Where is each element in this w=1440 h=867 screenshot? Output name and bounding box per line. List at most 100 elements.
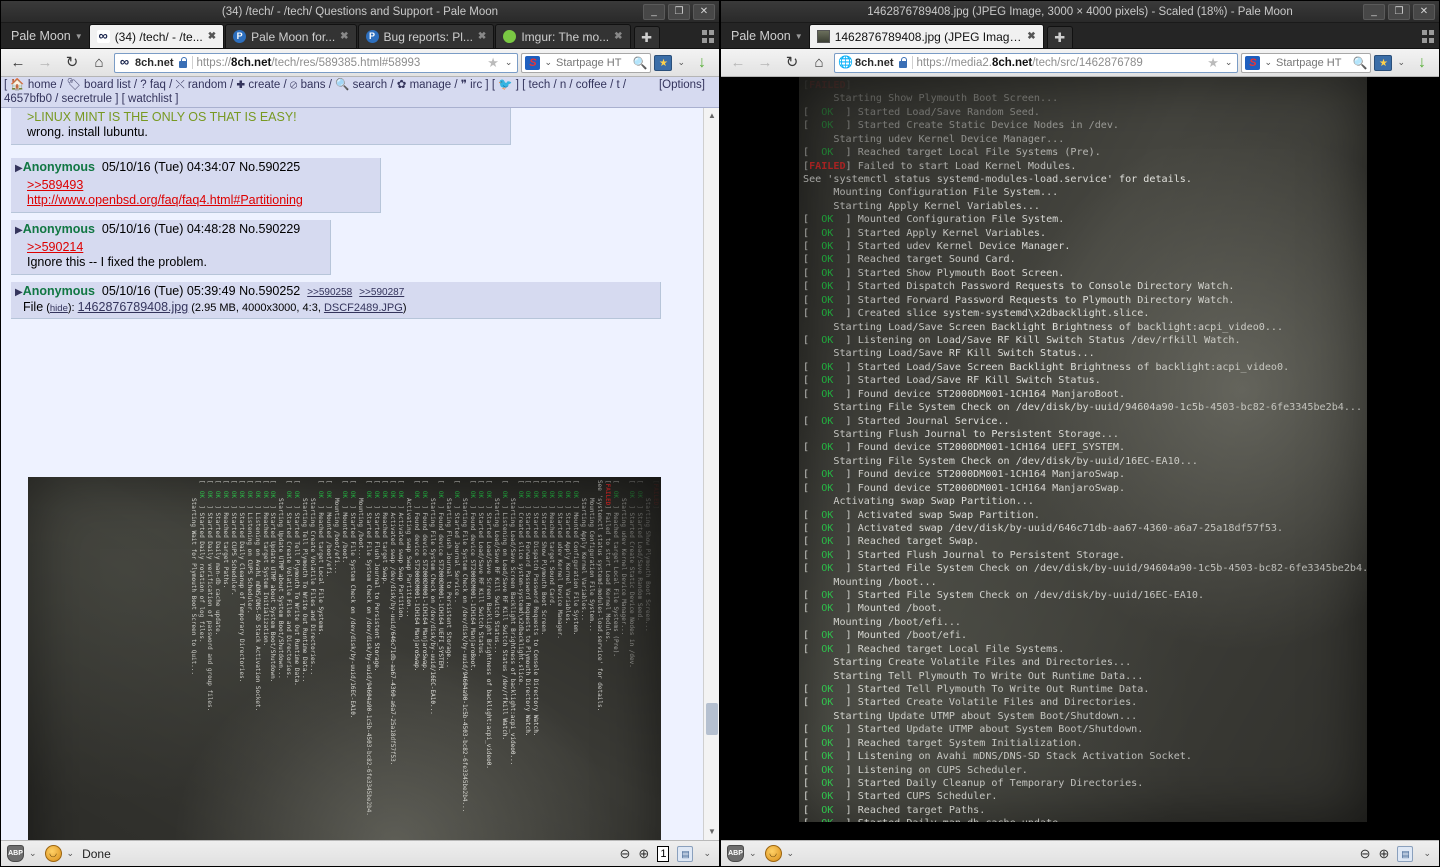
post-partial-text: wrong. install lubuntu. [27,125,148,139]
noscript-dropdown-icon[interactable]: ⌄ [65,848,77,859]
adblock-status-item[interactable]: ABP ⌄ [7,845,39,862]
backlink-2[interactable]: >>590287 [359,287,404,298]
restore-button[interactable]: ❐ [668,4,690,20]
minimize-button[interactable]: _ [643,4,665,20]
app-menu-button[interactable]: Pale Moon ▼ [725,29,809,48]
tab-3[interactable]: Imgur: The mo... ✖ [495,24,631,48]
home-button[interactable]: ⌂ [87,52,111,74]
startpage-icon[interactable] [525,55,541,70]
zoom-out-icon[interactable]: ⊖ [620,846,631,862]
scroll-down-arrow-icon[interactable]: ▼ [704,824,719,840]
scroll-up-arrow-icon[interactable]: ▲ [704,108,719,124]
search-engine-dropdown-icon[interactable]: ⌄ [542,57,554,68]
noscript-status-item[interactable]: ⌄ [764,845,797,862]
site-identity-box[interactable]: 8ch.net [118,56,193,69]
search-icon[interactable]: 🔍 [1353,56,1368,70]
page-style-icon[interactable] [677,845,694,862]
tab-0[interactable]: 1462876789408.jpg (JPEG Image, ... ✖ [808,24,1044,48]
forward-button[interactable]: → [753,52,777,74]
post-number[interactable]: No.590225 [239,160,300,174]
collapse-triangle-icon[interactable]: ▶ [15,225,23,236]
url-dropdown-icon[interactable]: ⌄ [1223,57,1235,68]
file-name-link[interactable]: 1462876789408.jpg [78,300,189,314]
site-identity-box[interactable]: 🌐 8ch.net [838,56,913,69]
page-scrollbar[interactable]: ▲ ▼ [703,108,719,840]
download-button[interactable]: ↓ [1410,52,1434,74]
tab-0-close-icon[interactable]: ✖ [1027,31,1035,42]
home-button[interactable]: ⌂ [807,52,831,74]
post-number[interactable]: No.590252 [239,284,300,298]
tab-2[interactable]: P Bug reports: Pl... ✖ [357,24,495,48]
bookmarks-dropdown-icon[interactable]: ⌄ [1395,57,1407,68]
page-style-dropdown-icon[interactable]: ⌄ [701,848,713,859]
file-original-name-link[interactable]: DSCF2489.JPG [324,302,403,314]
startpage-icon[interactable] [1245,55,1261,70]
tab-list-icon[interactable] [701,28,715,44]
noscript-dropdown-icon[interactable]: ⌄ [785,848,797,859]
download-button[interactable]: ↓ [690,52,714,74]
zoom-in-icon[interactable]: ⊕ [638,846,649,862]
back-button[interactable]: ← [6,52,30,74]
board-nav-line-2[interactable]: 4657bfb0 / secretrule ] [ watchlist ] [4,92,716,106]
tab-1[interactable]: P Pale Moon for... ✖ [225,24,357,48]
search-input[interactable]: Startpage HT [1276,57,1351,69]
post-time: 05:39:49 [186,284,236,298]
bookmarks-icon[interactable] [1374,54,1393,71]
collapse-triangle-icon[interactable]: ▶ [15,163,23,174]
url-dropdown-icon[interactable]: ⌄ [503,57,515,68]
bookmark-star-icon[interactable]: ★ [487,55,499,71]
restore-button[interactable]: ❐ [1388,4,1410,20]
tab-3-close-icon[interactable]: ✖ [614,31,622,42]
file-hide-link[interactable]: hide [50,303,68,314]
zoom-in-icon[interactable]: ⊕ [1379,846,1390,862]
post-date: 05/10/16 (Tue) [101,222,184,236]
back-button[interactable]: ← [726,52,750,74]
backlink-1[interactable]: >>590258 [307,287,352,298]
forward-button[interactable]: → [33,52,57,74]
adblock-dropdown-icon[interactable]: ⌄ [27,848,39,859]
minimize-button[interactable]: _ [1363,4,1385,20]
quotelink[interactable]: >>590214 [27,240,324,255]
tab-list-icon[interactable] [1421,28,1435,44]
zoom-out-icon[interactable]: ⊖ [1360,846,1371,862]
post-number[interactable]: No.590229 [239,222,300,236]
adblock-status-item[interactable]: ABP ⌄ [727,845,759,862]
bookmark-star-icon[interactable]: ★ [1207,55,1219,71]
app-menu-button[interactable]: Pale Moon ▼ [5,29,89,48]
search-input[interactable]: Startpage HT [556,57,631,69]
noscript-status-item[interactable]: ⌄ [44,845,77,862]
page-style-dropdown-icon[interactable]: ⌄ [1421,848,1433,859]
adblock-dropdown-icon[interactable]: ⌄ [747,848,759,859]
reload-button[interactable]: ↻ [780,52,804,74]
options-link[interactable]: [Options] [659,78,705,92]
tab-1-close-icon[interactable]: ✖ [340,31,348,42]
close-button[interactable]: ✕ [1413,4,1435,20]
bookmarks-dropdown-icon[interactable]: ⌄ [675,57,687,68]
page-style-icon[interactable] [1397,845,1414,862]
tab-0-close-icon[interactable]: ✖ [208,31,216,42]
new-tab-button[interactable]: ✚ [633,26,660,48]
collapse-triangle-icon[interactable]: ▶ [15,287,23,298]
search-engine-dropdown-icon[interactable]: ⌄ [1262,57,1274,68]
tab-0[interactable]: (34) /tech/ - /te... ✖ [88,24,225,48]
search-box[interactable]: ⌄ Startpage HT 🔍 [1241,52,1372,73]
scrollbar-thumb[interactable] [706,703,718,735]
tab-2-close-icon[interactable]: ✖ [478,31,486,42]
new-tab-button[interactable]: ✚ [1046,26,1073,48]
reload-button[interactable]: ↻ [60,52,84,74]
search-icon[interactable]: 🔍 [633,56,648,70]
file-meta: (2.95 MB, 4000x3000, 4:3, [191,302,324,314]
address-bar[interactable]: 🌐 8ch.net https://media2.8ch.net/tech/sr… [834,52,1239,73]
close-button[interactable]: ✕ [693,4,715,20]
smiley-icon [44,845,62,862]
bookmarks-icon[interactable] [654,54,673,71]
external-link[interactable]: http://www.openbsd.org/faq/faq4.html#Par… [27,193,303,207]
quotelink[interactable]: >>589493 [27,178,374,193]
globe-icon: 🌐 [838,55,853,69]
search-box[interactable]: ⌄ Startpage HT 🔍 [521,52,652,73]
boot-screen-photo[interactable]: [FAILED] Starting Show Plymouth Boot Scr… [799,77,1367,822]
post-image-thumbnail[interactable]: [FAILED] Starting Show Plymouth Boot Scr… [28,477,661,840]
address-bar[interactable]: 8ch.net https://8ch.net/tech/res/589385.… [114,52,519,73]
right-tabstrip: Pale Moon ▼ 1462876789408.jpg (JPEG Imag… [721,23,1439,49]
board-nav-line-1[interactable]: [ 🏠 home / 🏷 board list / ? faq / ⤬ rand… [4,78,716,92]
